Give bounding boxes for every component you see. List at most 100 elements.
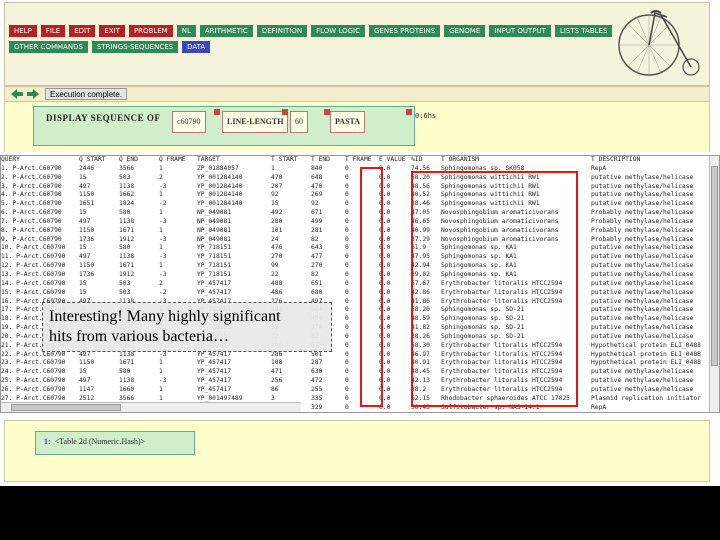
table-cell: 1912 [119, 270, 135, 278]
table-cell: putative methylase/helicase [591, 288, 694, 296]
table-cell: YP_001284140 [197, 200, 243, 208]
table-cell: putative methylase/helicase [591, 182, 694, 190]
horizontal-scrollbar[interactable] [1, 402, 301, 412]
table-row[interactable]: 10. P-Arct.C60790 15 580 1 YP_718151 476 643 0 0… [1, 244, 711, 253]
table-row[interactable]: 26. P-Arct.C60790 1147 1660 1 YP_457417 86 255… [1, 386, 711, 395]
menu-exit-button[interactable]: EXIT [99, 25, 125, 37]
column-header[interactable]: T ORGANISM [441, 156, 591, 165]
table-cell: putative methylase/helicase [591, 332, 694, 340]
table-cell: 643 [311, 244, 323, 252]
table-row[interactable]: 4. P-Arct.C60790 1150 1662 1 YP_001284140 92 2… [1, 191, 711, 200]
table-cell: putative methylase/helicase [591, 297, 694, 305]
scroll-thumb[interactable] [11, 404, 121, 411]
table-cell: 270 [311, 262, 323, 270]
close-icon[interactable] [282, 109, 288, 115]
menu-input-output-button[interactable]: INPUT OUTPUT [489, 25, 551, 37]
table-cell: -2 [159, 288, 167, 296]
close-icon[interactable] [324, 109, 330, 115]
column-header[interactable]: Q END [119, 156, 159, 165]
table-cell: 580 [119, 244, 131, 252]
column-header[interactable]: T FRAME [345, 156, 379, 165]
table-cell: 0.0 [379, 368, 391, 376]
sequence-argument[interactable]: c60790 [172, 111, 206, 133]
menu-data-button[interactable]: DATA [182, 41, 211, 53]
column-header[interactable]: QUERY [1, 156, 79, 165]
table-row[interactable]: 3. P-Arct.C60790 497 1138 -3 YP_001284140 207… [1, 183, 711, 192]
column-header[interactable]: Q START [79, 156, 119, 165]
column-header[interactable]: E VALUE [379, 156, 411, 165]
table-row[interactable]: 15. P-Arct.C60790 15 503 -2 YP_457417 486 680 0… [1, 289, 711, 298]
table-row[interactable]: 1. P-Arct.C60790 2446 3566 1 ZP_01884057 1 840… [1, 165, 711, 174]
line-length-value[interactable]: 60 [290, 111, 308, 133]
forward-arrow-icon[interactable] [27, 89, 39, 99]
table-row[interactable]: 23. P-Arct.C60790 1150 1671 1 YP_457417 108 28… [1, 359, 711, 368]
back-arrow-icon[interactable] [11, 89, 23, 99]
table-cell: 0.0 [379, 341, 391, 349]
menu-strings-sequences-button[interactable]: STRINGS-SEQUENCES [91, 41, 179, 53]
table-cell: putative methylase/helicase [591, 324, 694, 332]
table-cell: 10. P-Arct.C60790 [1, 244, 66, 252]
table-cell: 1150 [79, 226, 95, 234]
menu-nl-button[interactable]: NL [176, 25, 196, 37]
vertical-scrollbar[interactable] [709, 156, 719, 412]
menu-lists-tables-button[interactable]: LISTS TABLES [554, 25, 613, 37]
table-cell: 1736 [79, 235, 95, 243]
table-row[interactable]: 2. P-Arct.C60790 15 503 2 YP_001284140 470 648… [1, 174, 711, 183]
callout-line-2: hits from various bacteria… [49, 328, 229, 345]
table-row[interactable]: 6. P-Arct.C60790 15 580 1 NP_049081 492 671 0 0.… [1, 209, 711, 218]
table-cell: 15 [79, 288, 87, 296]
table-row[interactable]: 7. P-Arct.C60790 497 1138 -3 NP_049081 280 499… [1, 218, 711, 227]
close-icon[interactable] [406, 109, 412, 115]
menu-help-button[interactable]: HELP [9, 25, 37, 37]
table-cell: 6. P-Arct.C60790 [1, 209, 62, 217]
table-cell: 0.0 [379, 306, 391, 314]
table-row[interactable]: 11. P-Arct.C60790 497 1138 -3 YP_718151 270 47… [1, 253, 711, 262]
menu-genome-button[interactable]: GENOME [444, 25, 486, 37]
column-header[interactable]: Q FRAME [159, 156, 197, 165]
table-row[interactable]: 12. P-Arct.C60790 1150 1671 1 YP_718151 99 270… [1, 262, 711, 271]
table-row[interactable]: 5. P-Arct.C60790 1651 1824 -2 YP_001284140 15… [1, 200, 711, 209]
table-cell: 99 [271, 262, 279, 270]
scroll-thumb[interactable] [711, 166, 718, 366]
column-header[interactable]: T END [311, 156, 345, 165]
close-icon[interactable] [214, 109, 220, 115]
format-keyword[interactable]: PASTA [330, 111, 366, 133]
table-cell: Plasmid replication initiator [591, 394, 701, 402]
table-cell: 671 [311, 209, 323, 217]
callout-line-1: Interesting! Many highly significant [49, 308, 281, 325]
table-cell: 1736 [79, 270, 95, 278]
table-row[interactable]: 24. P-Arct.C60790 15 580 1 YP_457417 471 630 0 0… [1, 368, 711, 377]
table-cell: -3 [159, 253, 167, 261]
table-row[interactable]: 9. P-Arct.C60790 1736 1912 -3 NP_049081 24 82 0… [1, 236, 711, 245]
table-row[interactable]: 13. P-Arct.C60790 1736 1912 -3 YP_718151 22 82… [1, 271, 711, 280]
menu-file-button[interactable]: FILE [40, 25, 66, 37]
table-row[interactable]: 8. P-Arct.C60790 1150 1671 1 NP_049081 101 281… [1, 227, 711, 236]
table-cell: Probably methylase/helicase [591, 226, 694, 234]
table-cell: -3 [159, 235, 167, 243]
menu-flow-logic-button[interactable]: FLOW LOGIC [311, 25, 365, 37]
table-cell: 503 [119, 173, 131, 181]
menu-other-commands-button[interactable]: OTHER COMMANDS [9, 41, 88, 53]
table-cell: putative methylase/helicase [591, 368, 694, 376]
column-header[interactable]: TARGET [197, 156, 271, 165]
table-result-item[interactable]: 1: <Table 2d (Numeric.Hash)> [35, 431, 195, 455]
menu-edit-button[interactable]: EDIT [69, 25, 96, 37]
menu-problem-button[interactable]: PROBLEM [128, 25, 173, 37]
table-cell: 0.0 [379, 191, 391, 199]
table-cell: 1 [159, 191, 163, 199]
line-length-keyword[interactable]: LINE-LENGTH [222, 111, 289, 133]
menu-definition-button[interactable]: DEFINITION [256, 25, 308, 37]
display-sequence-command[interactable]: DISPLAY SEQUENCE OF c60790 LINE-LENGTH 6… [33, 106, 415, 146]
column-header[interactable]: T DESCRIPTION [591, 156, 711, 165]
menu-arithmetic-button[interactable]: ARITHMETIC [199, 25, 253, 37]
table-cell: Probably methylase/helicase [591, 235, 694, 243]
table-cell: 1150 [79, 191, 95, 199]
column-header[interactable]: T START [271, 156, 311, 165]
table-row[interactable]: 25. P-Arct.C60790 497 1138 -3 YP_457417 256 47… [1, 377, 711, 386]
workspace: DISPLAY SEQUENCE OF c60790 LINE-LENGTH 6… [4, 102, 710, 152]
table-row[interactable]: 14. P-Arct.C60790 15 503 2 YP_457417 488 651 0 0… [1, 280, 711, 289]
menu-genes-proteins-button[interactable]: GENES PROTEINS [368, 25, 441, 37]
table-cell: 15 [79, 279, 87, 287]
table-cell: 9. P-Arct.C60790 [1, 235, 62, 243]
column-header[interactable]: %ID [411, 156, 441, 165]
